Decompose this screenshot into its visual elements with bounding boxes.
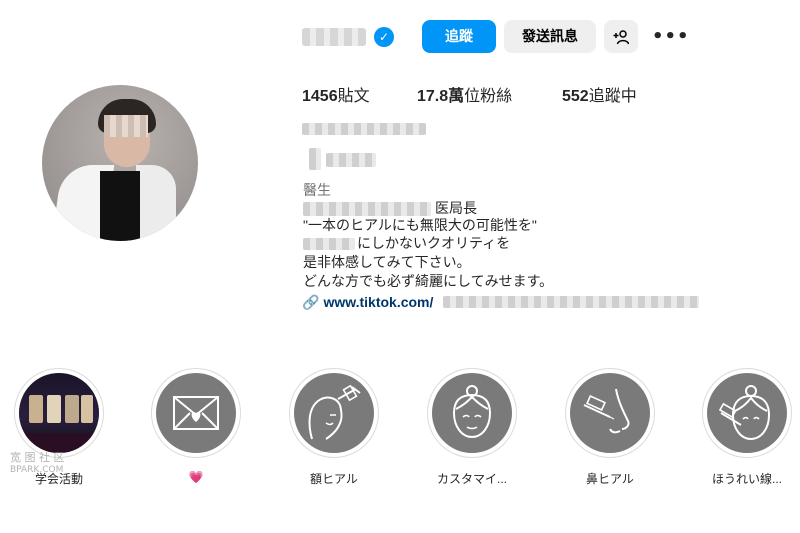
highlight-item[interactable]: 💗 [151,368,241,484]
highlight-ring [14,368,104,458]
bio-promise: どんな方でも必ず綺麗にしてみせます。 [303,273,554,289]
bio-redacted-text [326,153,376,167]
bio-quality: にしかないクオリティを [357,235,511,251]
highlight-item[interactable]: 鼻ヒアル [565,368,655,487]
highlight-label: 💗 [188,470,204,484]
stage-screen [47,395,61,423]
highlight-cover [432,373,512,453]
watermark: 宽 图 社 区 BPARK.COM [10,452,65,476]
stage-screen [65,395,79,423]
verified-badge-icon: ✓ [374,27,394,47]
username-redacted [302,28,366,46]
highlight-item[interactable]: 額ヒアル [289,368,379,487]
add-user-icon-glyph [613,30,630,45]
highlight-label: カスタマイ... [436,472,507,486]
envelope-heart-icon [173,396,219,430]
bio-category: 醫生 [303,182,331,198]
highlight-ring [702,368,792,458]
highlight-cover-stage-photo [19,373,99,453]
forehead-injection-icon [308,385,361,440]
face-icon [452,385,492,439]
message-button[interactable]: 發送訊息 [504,20,596,53]
watermark-line1: 宽 图 社 区 [10,451,65,464]
clinic-short-redacted [303,238,355,250]
link-path-redacted [443,296,699,308]
highlight-label: ほうれい線... [711,472,782,486]
follow-button[interactable]: 追蹤 [422,20,496,53]
highlight-ring [427,368,517,458]
highlight-label: 鼻ヒアル [586,472,634,486]
avatar-shirt [100,171,140,241]
stage-floor [19,433,99,453]
stage-screen [29,395,43,423]
following-count: 552 [562,88,589,105]
highlight-ring [151,368,241,458]
bio-quote: "一本のヒアルにも無限大の可能性を" [303,217,537,233]
highlight-item[interactable]: ほうれい線... [702,368,792,487]
bio-title-suffix: 医局長 [435,200,477,216]
followers-stat[interactable]: 17.8萬位粉絲 [417,82,512,106]
avatar-face-blur [104,115,148,137]
avatar-coat-right [136,165,176,241]
following-stat[interactable]: 552追蹤中 [562,82,637,106]
link-text: www.tiktok.com/ [323,294,434,310]
highlight-cover [570,373,650,453]
add-user-icon[interactable] [604,20,638,53]
link-icon: 🔗 [302,294,320,310]
more-options-icon[interactable]: ••• [652,25,689,49]
followers-unit: 位粉絲 [464,88,513,105]
posts-count: 1456 [302,88,338,105]
bio-experience: 是非体感してみて下さい。 [303,254,471,270]
stage-screen [81,395,93,423]
clinic-name-redacted [303,202,431,216]
full-name-redacted [302,123,426,135]
highlight-cover [294,373,374,453]
nasolabial-injection-icon [718,385,771,441]
highlight-cover [707,373,787,453]
bio-redacted-icon [309,148,321,170]
highlight-ring [289,368,379,458]
stage-photo [19,373,99,453]
profile-avatar[interactable] [42,85,198,241]
highlight-item[interactable]: カスタマイ... [427,368,517,487]
followers-count: 17.8萬 [417,88,465,105]
nose-injection-icon [583,388,630,434]
highlight-ring [565,368,655,458]
posts-unit: 貼文 [337,88,370,105]
highlight-label: 額ヒアル [310,472,358,486]
posts-stat[interactable]: 1456貼文 [302,82,370,106]
following-unit: 追蹤中 [588,88,637,105]
watermark-line2: BPARK.COM [10,465,64,475]
highlight-cover [156,373,236,453]
bio-link[interactable]: 🔗 www.tiktok.com/ [302,294,433,311]
